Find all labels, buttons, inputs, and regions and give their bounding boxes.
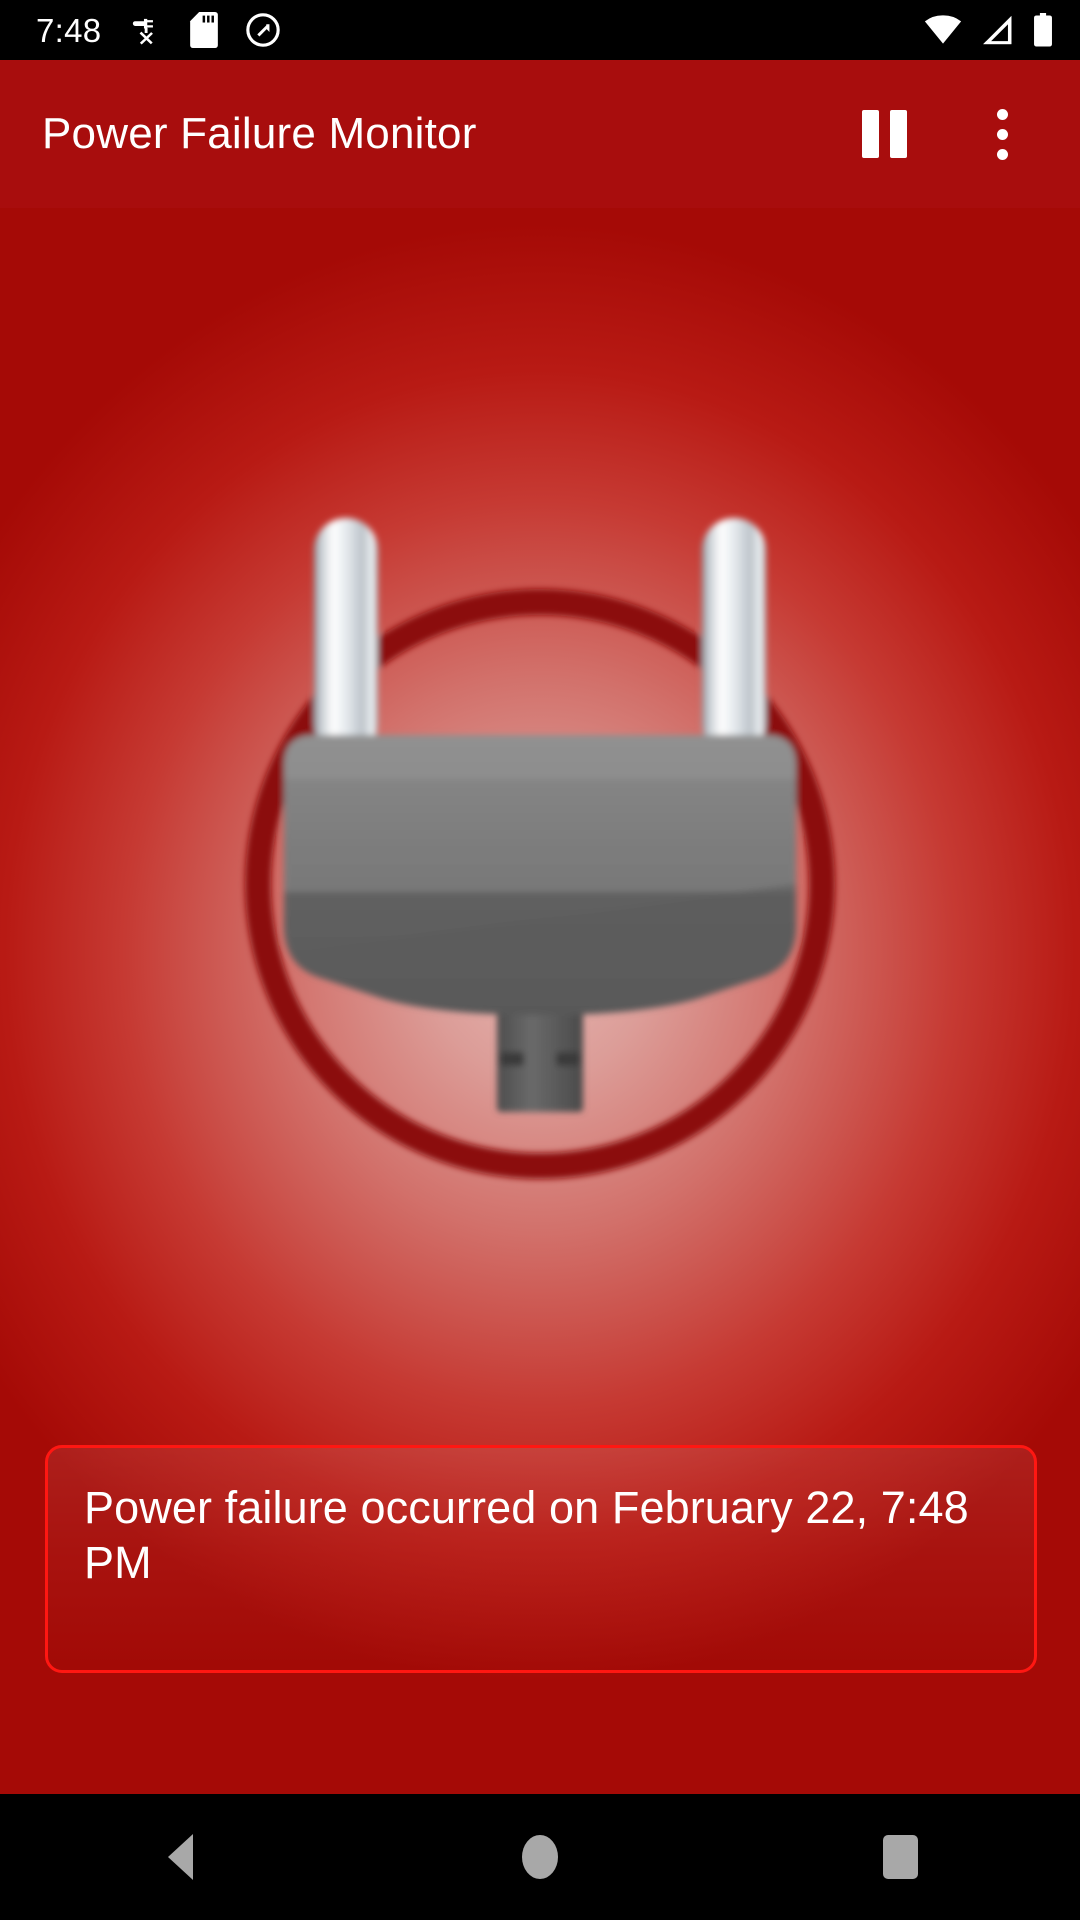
pause-icon [861,110,907,158]
status-bar-left: 7:48 [36,12,281,48]
status-clock: 7:48 [36,11,102,49]
nav-back-button[interactable] [90,1794,270,1920]
battery-icon [1034,13,1052,47]
sd-card-icon [190,12,219,48]
main-content: Power failure occurred on February 22, 7… [0,208,1080,1794]
plug-graphic [245,518,835,1179]
app-bar: Power Failure Monitor [0,60,1080,208]
back-arrow-icon [167,1834,193,1880]
app-bar-actions [836,86,1050,182]
phone-screen: 7:48 Power Failure Monitor Power failure… [0,0,1080,1920]
page-title: Power Failure Monitor [42,109,477,158]
nav-home-button[interactable] [450,1794,630,1920]
do-not-disturb-icon [246,13,281,47]
home-circle-icon [522,1835,558,1879]
status-bar: 7:48 [0,0,1080,60]
android-navigation-bar [0,1794,1080,1920]
power-failure-message: Power failure occurred on February 22, 7… [84,1482,969,1589]
recents-square-icon [882,1835,918,1879]
more-vertical-icon [996,108,1008,160]
overflow-menu-button[interactable] [954,86,1050,182]
unplugged-power-plug-illustration [174,512,906,1242]
nav-recents-button[interactable] [810,1794,990,1920]
power-off-plug-icon [133,18,154,45]
status-bar-right [924,13,1054,47]
wifi-icon [924,15,962,44]
power-failure-message-card: Power failure occurred on February 22, 7… [45,1445,1037,1673]
cellular-signal-icon [983,15,1012,45]
pause-button[interactable] [836,86,932,182]
